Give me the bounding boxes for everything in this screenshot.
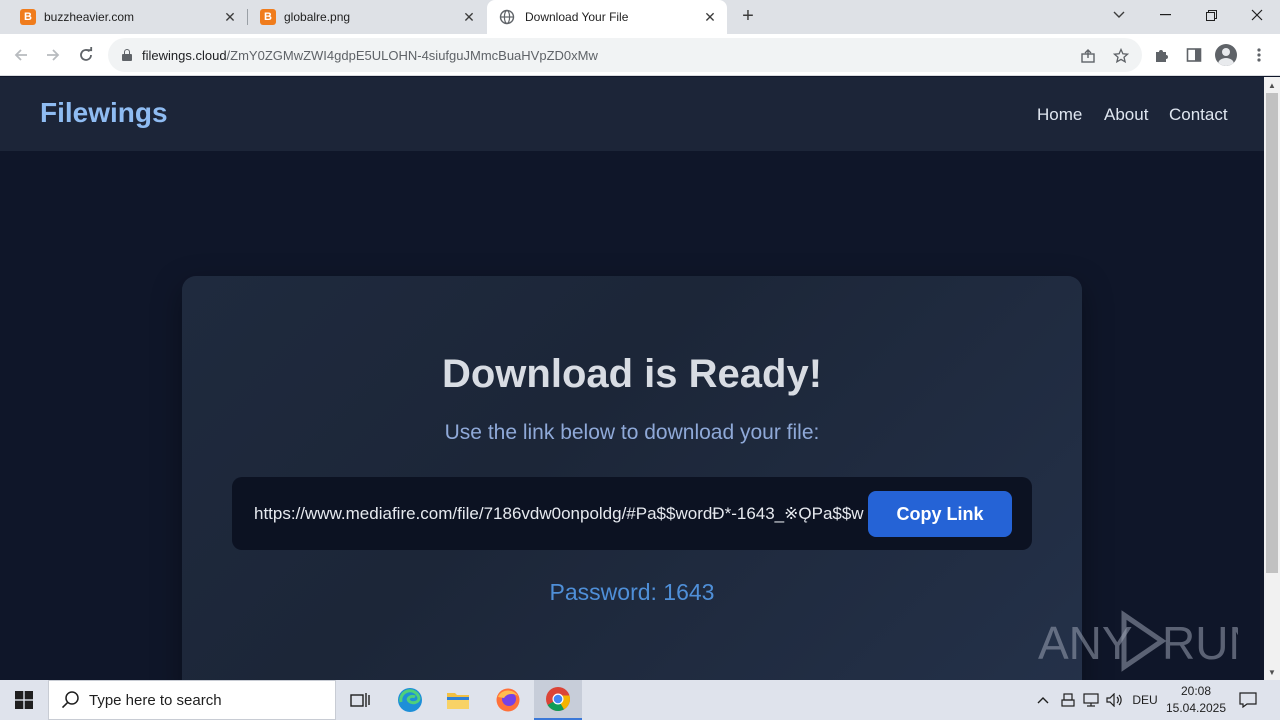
browser-toolbar: filewings.cloud/ZmY0ZGMwZWI4gdpE5ULOHN-4…	[0, 34, 1280, 76]
page-scrollbar[interactable]: ▲ ▼	[1264, 77, 1280, 680]
nav-home[interactable]: Home	[1037, 105, 1082, 125]
usb-device-icon[interactable]	[1058, 680, 1078, 720]
firefox-icon[interactable]	[484, 680, 532, 720]
bookmark-star-icon[interactable]	[1111, 46, 1131, 66]
blogger-b-icon: B	[260, 9, 276, 25]
watermark-text-right: RUN	[1162, 617, 1238, 669]
download-link-box: https://www.mediafire.com/file/7186vdw0o…	[232, 477, 1032, 550]
new-tab-button[interactable]: +	[737, 5, 759, 27]
extensions-puzzle-icon[interactable]	[1152, 45, 1172, 65]
site-logo[interactable]: Filewings	[40, 97, 168, 129]
watermark-text-left: ANY	[1038, 617, 1133, 669]
tab-title: Download Your File	[525, 10, 629, 24]
nav-about[interactable]: About	[1104, 105, 1148, 125]
globe-icon	[499, 9, 515, 25]
download-link-text[interactable]: https://www.mediafire.com/file/7186vdw0o…	[254, 504, 866, 524]
chrome-icon[interactable]	[534, 680, 582, 720]
tab-title: globalre.png	[284, 10, 351, 24]
scroll-down-arrow-icon[interactable]: ▼	[1264, 664, 1280, 680]
anyrun-watermark-logo: ANY RUN	[1038, 609, 1262, 673]
taskbar-search-input[interactable]: Type here to search	[48, 680, 336, 720]
profile-avatar-icon[interactable]	[1215, 44, 1237, 66]
minimize-button[interactable]	[1142, 0, 1188, 30]
clock-time: 20:08	[1180, 684, 1212, 698]
network-icon[interactable]	[1080, 680, 1102, 720]
restore-button[interactable]	[1188, 0, 1234, 30]
forward-arrow-icon[interactable]	[40, 42, 66, 68]
password-label: Password:	[549, 579, 657, 605]
site-header: Filewings Home About Contact	[0, 77, 1264, 151]
tab-download-your-file[interactable]: Download Your File ✕	[487, 0, 727, 34]
scroll-up-arrow-icon[interactable]: ▲	[1264, 77, 1280, 93]
download-instructions: Use the link below to download your file…	[444, 421, 820, 444]
kebab-menu-icon[interactable]	[1249, 45, 1269, 65]
password-value: 1643	[663, 579, 715, 605]
url-text: filewings.cloud/ZmY0ZGMwZWI4gdpE5ULOHN-4…	[142, 48, 598, 63]
close-icon[interactable]: ✕	[221, 8, 239, 26]
back-arrow-icon[interactable]	[8, 42, 34, 68]
clock-date: 15.04.2025	[1165, 701, 1227, 715]
tab-search-chevron-icon[interactable]	[1096, 0, 1142, 30]
page-viewport: Filewings Home About Contact Download is…	[0, 77, 1264, 680]
volume-icon[interactable]	[1104, 680, 1126, 720]
show-hidden-icons-chevron-icon[interactable]	[1032, 680, 1054, 720]
task-view-icon[interactable]	[336, 680, 384, 720]
reload-icon[interactable]	[73, 42, 99, 68]
share-icon[interactable]	[1078, 46, 1098, 66]
input-language-indicator[interactable]: DEU	[1128, 680, 1162, 720]
search-placeholder: Type here to search	[89, 691, 222, 709]
file-explorer-icon[interactable]	[434, 680, 482, 720]
password-text: Password: 1643	[182, 579, 1082, 606]
download-card: Download is Ready! Use the link below to…	[182, 276, 1082, 680]
url-domain: filewings.cloud	[142, 47, 227, 63]
tab-title: buzzheavier.com	[44, 10, 135, 24]
close-window-button[interactable]	[1234, 0, 1280, 30]
tab-strip: B buzzheavier.com ✕ B globalre.png ✕ Dow…	[0, 0, 1280, 34]
url-path: /ZmY0ZGMwZWI4gdpE5ULOHN-4siufguJMmcBuaHV…	[226, 47, 598, 63]
search-icon	[61, 691, 79, 709]
nav-contact[interactable]: Contact	[1169, 105, 1228, 125]
edge-icon[interactable]	[386, 680, 434, 720]
tab-globalre[interactable]: B globalre.png ✕	[248, 0, 486, 34]
page-title: Download is Ready!	[441, 352, 823, 396]
taskbar-clock[interactable]: 20:08 15.04.2025	[1162, 683, 1230, 717]
copy-link-button[interactable]: Copy Link	[868, 491, 1012, 537]
notifications-icon[interactable]	[1234, 680, 1262, 720]
side-panel-icon[interactable]	[1184, 45, 1204, 65]
lock-icon[interactable]	[122, 49, 132, 61]
tab-buzzheavier[interactable]: B buzzheavier.com ✕	[0, 0, 247, 34]
scrollbar-thumb[interactable]	[1266, 93, 1278, 573]
blogger-b-icon: B	[20, 9, 36, 25]
close-icon[interactable]: ✕	[460, 8, 478, 26]
close-icon[interactable]: ✕	[701, 8, 719, 26]
windows-taskbar: Type here to search DEU 20:08 15.04.2025	[0, 680, 1280, 720]
address-bar[interactable]: filewings.cloud/ZmY0ZGMwZWI4gdpE5ULOHN-4…	[108, 38, 1142, 72]
windows-start-icon[interactable]	[0, 680, 48, 720]
